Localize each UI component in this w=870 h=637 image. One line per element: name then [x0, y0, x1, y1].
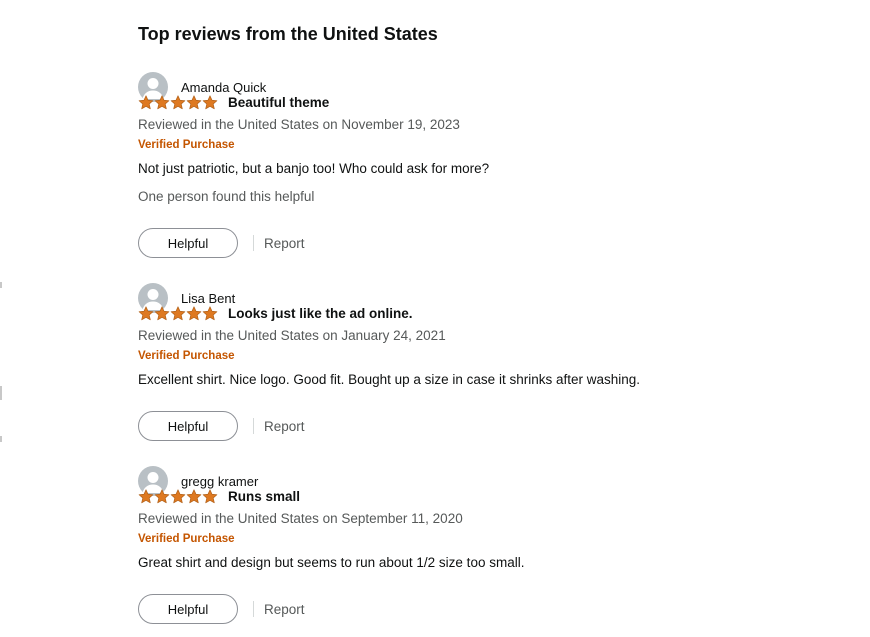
review-item: gregg kramer Runs small Reviewed in the … [138, 466, 838, 626]
star-rating[interactable] [138, 306, 218, 321]
star-rating[interactable] [138, 95, 218, 110]
reviews-page: Top reviews from the United States Amand… [0, 0, 870, 637]
left-edge-mark [0, 386, 2, 400]
verified-purchase-badge[interactable]: Verified Purchase [138, 139, 235, 151]
action-divider [253, 418, 254, 434]
star-icon [138, 489, 154, 504]
report-link[interactable]: Report [264, 419, 305, 434]
star-icon [154, 489, 170, 504]
helpful-button[interactable]: Helpful [138, 228, 238, 258]
review-title[interactable]: Beautiful theme [228, 95, 329, 110]
review-body: Excellent shirt. Nice logo. Good fit. Bo… [138, 372, 640, 387]
review-title[interactable]: Looks just like the ad online. [228, 306, 413, 321]
star-icon [170, 95, 186, 110]
review-title[interactable]: Runs small [228, 489, 300, 504]
report-link[interactable]: Report [264, 236, 305, 251]
star-icon [154, 306, 170, 321]
review-body: Not just patriotic, but a banjo too! Who… [138, 161, 490, 176]
review-actions: Helpful Report [138, 594, 305, 624]
review-body: Great shirt and design but seems to run … [138, 555, 525, 570]
review-date: Reviewed in the United States on Septemb… [138, 511, 463, 526]
star-icon [202, 95, 218, 110]
reviewer-name: gregg kramer [181, 473, 259, 489]
left-edge-mark [0, 436, 2, 442]
verified-purchase-badge[interactable]: Verified Purchase [138, 533, 235, 545]
action-divider [253, 235, 254, 251]
left-edge-mark [0, 282, 2, 288]
review-actions: Helpful Report [138, 411, 305, 441]
section-title: Top reviews from the United States [138, 24, 438, 44]
star-rating[interactable] [138, 489, 218, 504]
star-icon [186, 95, 202, 110]
star-icon [202, 306, 218, 321]
star-icon [186, 489, 202, 504]
review-title-row: Beautiful theme [138, 95, 329, 110]
review-item: Lisa Bent Looks just like the ad online.… [138, 283, 838, 443]
verified-purchase-badge[interactable]: Verified Purchase [138, 350, 235, 362]
helpful-count: One person found this helpful [138, 189, 315, 204]
star-icon [138, 306, 154, 321]
review-date: Reviewed in the United States on January… [138, 328, 446, 343]
star-icon [202, 489, 218, 504]
review-actions: Helpful Report [138, 228, 305, 258]
review-item: Amanda Quick Beautiful theme Reviewed in… [138, 72, 838, 262]
review-title-row: Looks just like the ad online. [138, 306, 413, 321]
star-icon [138, 95, 154, 110]
star-icon [170, 489, 186, 504]
report-link[interactable]: Report [264, 602, 305, 617]
review-title-row: Runs small [138, 489, 300, 504]
reviewer-name: Amanda Quick [181, 79, 267, 95]
star-icon [186, 306, 202, 321]
action-divider [253, 601, 254, 617]
helpful-button[interactable]: Helpful [138, 594, 238, 624]
helpful-button[interactable]: Helpful [138, 411, 238, 441]
star-icon [154, 95, 170, 110]
review-date: Reviewed in the United States on Novembe… [138, 117, 460, 132]
reviewer-name: Lisa Bent [181, 290, 236, 306]
star-icon [170, 306, 186, 321]
